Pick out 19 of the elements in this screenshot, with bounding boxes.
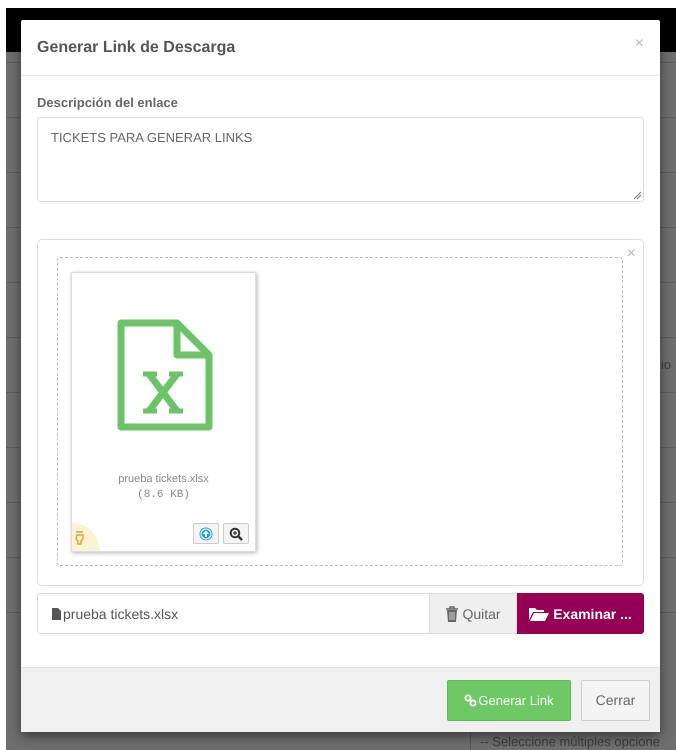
description-field[interactable]: TICKETS PARA GENERAR LINKS [37,117,644,202]
hand-icon [74,531,86,545]
link-icon [464,694,478,706]
resize-grip-icon [633,191,641,199]
file-icon [52,608,61,620]
file-name-field: prueba tickets.xlsx [37,593,430,634]
browse-button[interactable]: Examinar ... [517,593,644,634]
field-label: Descripción del enlace [37,95,179,110]
dialog-title: Generar Link de Descarga [37,38,236,56]
remove-button[interactable]: Quitar [430,593,517,634]
zoom-button[interactable] [223,523,249,544]
file-size: (8.6 KB) [137,489,190,501]
zoom-icon [229,526,243,540]
upload-icon [199,526,213,540]
spreadsheet-file-icon [114,319,212,433]
file-name: prueba tickets.xlsx [118,473,209,485]
close-button[interactable]: Cerrar [581,680,650,720]
trash-icon [445,606,460,622]
folder-icon [529,606,550,620]
